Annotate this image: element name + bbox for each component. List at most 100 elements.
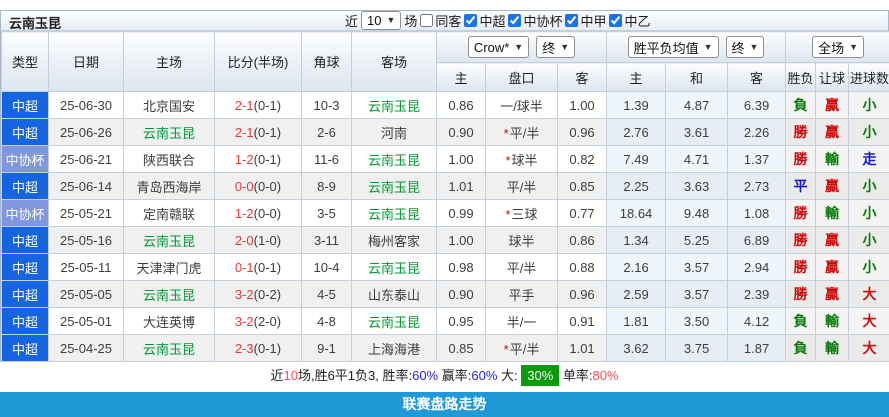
date-cell: 25-05-21 [49, 200, 124, 227]
away-team-name: 上海海港 [368, 342, 420, 357]
handicap-text: 平/半 [507, 261, 537, 276]
summary-segment: 单率: [559, 368, 592, 383]
league-filter-l2[interactable]: 中乙 [609, 11, 650, 30]
handicap-star: * [504, 126, 509, 141]
same-away-filter[interactable]: 同客 [420, 11, 461, 30]
league-l2-checkbox[interactable] [609, 14, 622, 27]
home-odds-cell: 0.85 [437, 335, 486, 362]
league-l1-checkbox[interactable] [565, 14, 578, 27]
home-odds-cell: 0.99 [437, 200, 486, 227]
half-time-score: (0-1) [254, 98, 281, 113]
league-cell: 中协杯 [2, 146, 49, 173]
chevron-down-icon: ▼ [704, 43, 713, 52]
home-team-cell: 北京国安 [124, 92, 215, 119]
league-handicap-trend-bar[interactable]: 联赛盘路走势 [0, 392, 889, 417]
away-odds-cell: 1.00 [558, 92, 607, 119]
handicap-cell: *三球 [486, 200, 558, 227]
corner-cell: 10-4 [302, 254, 352, 281]
home-odds-cell: 0.95 [437, 308, 486, 335]
league-cell: 中超 [2, 254, 49, 281]
result-text: 平 [794, 178, 808, 194]
league-cell: 中超 [2, 92, 49, 119]
col-header-corner: 角球 [302, 32, 352, 92]
away-team-name: 河南 [381, 126, 407, 141]
home-team-name: 云南玉昆 [143, 234, 195, 249]
col-header-avg-away: 客 [728, 63, 786, 92]
away-team-cell: 梅州客家 [352, 227, 437, 254]
result-text: 勝 [794, 232, 808, 248]
same-away-checkbox[interactable] [420, 14, 433, 27]
filter-bar: 近 10▼ 场 同客 中超 中协杯 中甲 中乙 [345, 11, 651, 30]
date-cell: 25-05-05 [49, 281, 124, 308]
match-row: 中超25-05-05云南玉昆3-2(0-2)4-5山东泰山0.90平手0.962… [2, 281, 889, 308]
goals-result-cell: 大 [849, 308, 889, 335]
handicap-result-text: 輸 [825, 313, 839, 329]
handicap-result-text: 輸 [825, 340, 839, 356]
avg-stage-select[interactable]: 终▼ [726, 36, 765, 58]
match-row: 中超25-04-25云南玉昆2-3(0-1)9-1上海海港0.85*平/半1.0… [2, 335, 889, 362]
bookmaker-select[interactable]: Crow*▼ [468, 36, 529, 58]
date-cell: 25-06-14 [49, 173, 124, 200]
half-time-score: (0-1) [254, 125, 281, 140]
league-cell: 中超 [2, 227, 49, 254]
goals-result-cell: 小 [849, 119, 889, 146]
away-team-cell: 云南玉昆 [352, 254, 437, 281]
handicap-result-text: 贏 [825, 97, 839, 113]
league-cell: 中超 [2, 308, 49, 335]
match-row: 中超25-05-11天津津门虎0-1(0-1)10-4云南玉昆0.98平/半0.… [2, 254, 889, 281]
handicap-cell: 半/一 [486, 308, 558, 335]
summary-segment: 近 [270, 368, 283, 383]
scope-select[interactable]: 全场▼ [812, 36, 864, 58]
goals-result-text: 小 [863, 259, 877, 275]
result-text: 負 [794, 313, 808, 329]
result-cell: 勝 [786, 254, 816, 281]
home-team-cell: 云南玉昆 [124, 227, 215, 254]
result-cell: 負 [786, 308, 816, 335]
away-team-name: 云南玉昆 [368, 153, 420, 168]
full-time-score: 0-1 [235, 260, 254, 275]
goals-result-cell: 大 [849, 281, 889, 308]
col-header-type: 类型 [2, 32, 49, 92]
goals-result-text: 大 [863, 340, 877, 356]
handicap-text: 平/半 [507, 180, 537, 195]
recent-count-select[interactable]: 10▼ [361, 11, 401, 30]
handicap-cell: *球半 [486, 146, 558, 173]
away-team-cell: 河南 [352, 119, 437, 146]
league-filter-csl[interactable]: 中超 [464, 11, 505, 30]
league-filter-l1[interactable]: 中甲 [565, 11, 606, 30]
home-odds-cell: 0.98 [437, 254, 486, 281]
league-csl-checkbox[interactable] [464, 14, 477, 27]
away-team-cell: 云南玉昆 [352, 146, 437, 173]
goals-result-cell: 小 [849, 254, 889, 281]
league-filter-cup[interactable]: 中协杯 [508, 11, 562, 30]
league-cup-checkbox[interactable] [508, 14, 521, 27]
away-odds-cell: 0.86 [558, 227, 607, 254]
recent-suffix-label: 场 [404, 11, 417, 30]
summary-segment: 80% [593, 368, 619, 383]
chevron-down-icon: ▼ [560, 43, 569, 52]
home-team-cell: 大连英博 [124, 308, 215, 335]
away-team-name: 云南玉昆 [368, 99, 420, 114]
summary-segment: 30% [521, 365, 559, 386]
home-odds-cell: 0.90 [437, 281, 486, 308]
avg-odds-select[interactable]: 胜平负均值▼ [628, 36, 719, 58]
col-header-score: 比分(半场) [215, 32, 302, 92]
goals-result-text: 大 [863, 286, 877, 302]
league-cell: 中超 [2, 335, 49, 362]
goals-result-text: 小 [863, 232, 877, 248]
half-time-score: (0-0) [254, 206, 281, 221]
bookmaker-stage-select[interactable]: 终▼ [536, 36, 575, 58]
score-cell: 2-0(1-0) [215, 227, 302, 254]
match-row: 中超25-06-26云南玉昆2-1(0-1)2-6河南0.90*平/半0.962… [2, 119, 889, 146]
avg-home-cell: 1.34 [607, 227, 666, 254]
goals-result-cell: 小 [849, 227, 889, 254]
avg-draw-cell: 3.75 [666, 335, 728, 362]
home-team-name: 北京国安 [143, 99, 195, 114]
handicap-result-cell: 贏 [816, 92, 849, 119]
goals-result-text: 走 [863, 151, 877, 167]
handicap-result-text: 輸 [825, 151, 839, 167]
away-odds-cell: 0.85 [558, 173, 607, 200]
avg-draw-cell: 4.71 [666, 146, 728, 173]
half-time-score: (1-0) [254, 233, 281, 248]
away-team-cell: 上海海港 [352, 335, 437, 362]
